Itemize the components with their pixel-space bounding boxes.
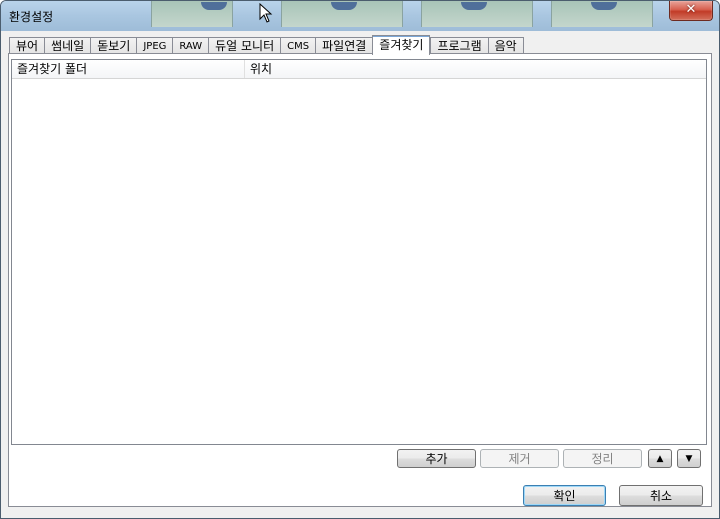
tab-9[interactable]: 즐겨찾기 xyxy=(372,35,431,55)
title-bar[interactable]: 환경설정 ✕ xyxy=(1,1,719,31)
window-title: 환경설정 xyxy=(9,10,54,24)
ok-button[interactable]: 확인 xyxy=(523,485,606,506)
add-button[interactable]: 추가 xyxy=(397,449,476,468)
dialog-body: 뷰어 썸네일 돋보기 JPEG RAW 듀얼 모니터 CMS 파일연결 즐겨찾기 프로그램 음악 즐… xyxy=(8,31,712,512)
sort-button[interactable]: 정리 xyxy=(563,449,642,468)
background-decoration-dot xyxy=(461,2,487,10)
cancel-button[interactable]: 취소 xyxy=(619,485,703,506)
preferences-dialog: 환경설정 ✕ 뷰어 썸네일 돋보기 JPEG RAW 듀얼 모니터 CMS 파일연결 즐겨찾기 프… xyxy=(0,0,720,519)
background-decoration-dot xyxy=(201,2,227,10)
background-decoration-dot xyxy=(331,2,357,10)
move-up-button[interactable]: ▲ xyxy=(648,449,672,468)
background-decoration-dot xyxy=(591,2,617,10)
favorites-tab-panel: 즐겨찾기 폴더 위치 xyxy=(8,53,712,507)
arrow-down-icon: ▼ xyxy=(685,454,693,464)
mouse-cursor-icon xyxy=(259,3,273,23)
column-header-location[interactable]: 위치 xyxy=(245,60,450,78)
list-header: 즐겨찾기 폴더 위치 xyxy=(12,60,706,79)
tab-strip: 뷰어 썸네일 돋보기 JPEG RAW 듀얼 모니터 CMS 파일연결 즐겨찾기 프로그램 음악 xyxy=(9,35,524,55)
arrow-up-icon: ▲ xyxy=(656,454,664,464)
close-button[interactable]: ✕ xyxy=(669,1,713,21)
column-header-folder[interactable]: 즐겨찾기 폴더 xyxy=(12,60,245,78)
remove-button[interactable]: 제거 xyxy=(480,449,559,468)
move-down-button[interactable]: ▼ xyxy=(677,449,701,468)
favorites-list[interactable]: 즐겨찾기 폴더 위치 xyxy=(11,59,707,445)
close-icon: ✕ xyxy=(685,2,697,17)
